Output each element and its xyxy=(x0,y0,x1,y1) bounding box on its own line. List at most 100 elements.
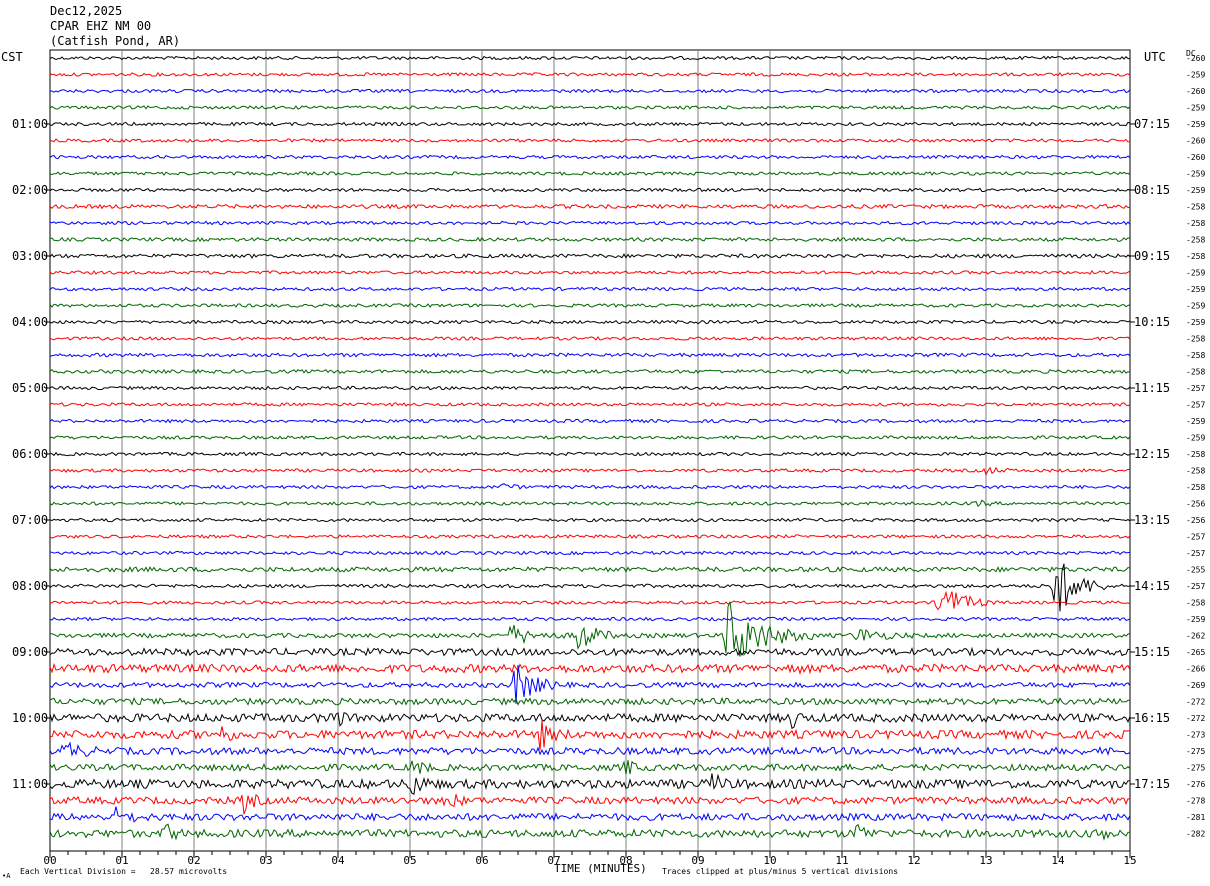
plot-frame xyxy=(49,49,1131,852)
dc-offset-value: -265 xyxy=(1186,648,1205,657)
dc-offset-value: -259 xyxy=(1186,434,1205,443)
right-time-label: 15:15 xyxy=(1134,645,1170,659)
x-tick-label: 03 xyxy=(259,854,272,867)
seismic-trace-line xyxy=(49,601,1131,657)
dc-offset-value: -257 xyxy=(1186,401,1205,410)
x-axis-label: TIME (MINUTES) xyxy=(554,862,647,875)
seismic-trace-line xyxy=(49,253,1131,259)
dc-offset-value: -272 xyxy=(1186,714,1205,723)
seismic-trace-line xyxy=(49,712,1131,730)
seismic-trace-line xyxy=(49,352,1131,358)
x-tick-label: 10 xyxy=(763,854,776,867)
dc-offset-value: -258 xyxy=(1186,351,1205,360)
seismic-trace-line xyxy=(49,435,1131,440)
right-time-label: 12:15 xyxy=(1134,447,1170,461)
right-time-labels: 07:15 08:15 09:15 10:15 11:15 12:15 13:15 14:15… xyxy=(1130,117,1170,791)
dc-offset-value: -259 xyxy=(1186,615,1205,624)
seismic-trace-line xyxy=(49,550,1131,556)
dc-offset-value: -282 xyxy=(1186,830,1205,839)
dc-offset-value: -260 xyxy=(1186,87,1205,96)
dc-offset-value: -259 xyxy=(1186,186,1205,195)
x-tick-label: 06 xyxy=(475,854,488,867)
dc-offset-value: -258 xyxy=(1186,219,1205,228)
dc-offset-value: -257 xyxy=(1186,582,1205,591)
dc-offset-value: -259 xyxy=(1186,302,1205,311)
x-tick-label: 00 xyxy=(43,854,56,867)
seismic-trace-line xyxy=(49,418,1131,424)
seismic-trace-line xyxy=(49,319,1131,325)
right-time-label: 10:15 xyxy=(1134,315,1170,329)
x-tick-label: 11 xyxy=(835,854,848,867)
seismic-trace-line xyxy=(49,646,1131,657)
seismic-trace-line xyxy=(49,662,1131,676)
dc-offset-value: -278 xyxy=(1186,797,1205,806)
dc-offset-value: -256 xyxy=(1186,516,1205,525)
seismic-trace-line xyxy=(49,55,1131,61)
right-time-label: 09:15 xyxy=(1134,249,1170,263)
dc-offset-value: -258 xyxy=(1186,599,1205,608)
dc-offset-value: -258 xyxy=(1186,368,1205,377)
dc-offset-value: -259 xyxy=(1186,318,1205,327)
right-time-label: 13:15 xyxy=(1134,513,1170,527)
left-time-label: 02:00 xyxy=(12,183,48,197)
right-time-label: 11:15 xyxy=(1134,381,1170,395)
seismic-trace-line xyxy=(49,696,1131,706)
dc-offset-value: -262 xyxy=(1186,632,1205,641)
x-tick-label: 01 xyxy=(115,854,128,867)
dc-offset-values: -260 -259 -260 -259 -259 -260 -260 -259 -259 -258… xyxy=(1186,54,1205,839)
x-tick-label: 12 xyxy=(907,854,920,867)
seismic-trace-line xyxy=(49,203,1130,210)
seismic-trace-line xyxy=(49,616,1131,622)
seismic-traces xyxy=(49,55,1131,842)
dc-offset-value: -259 xyxy=(1186,285,1205,294)
right-time-label: 08:15 xyxy=(1134,183,1170,197)
seismic-trace-line xyxy=(49,664,1131,704)
clip-note: Traces clipped at plus/minus 5 vertical … xyxy=(662,867,899,876)
left-time-label: 04:00 xyxy=(12,315,48,329)
seismic-trace-line xyxy=(49,402,1131,407)
right-time-label: 16:15 xyxy=(1134,711,1170,725)
seismic-trace-line xyxy=(49,368,1131,375)
left-time-label: 03:00 xyxy=(12,249,48,263)
seismic-trace-line xyxy=(49,517,1131,523)
minute-gridlines xyxy=(121,50,1059,851)
left-time-label: 09:00 xyxy=(12,645,48,659)
dc-offset-value: -258 xyxy=(1186,467,1205,476)
x-tick-label: 04 xyxy=(331,854,345,867)
dc-offset-value: -275 xyxy=(1186,764,1205,773)
seismic-trace-line xyxy=(49,720,1130,751)
seismic-trace-line xyxy=(49,483,1131,490)
dc-offset-value: -273 xyxy=(1186,731,1205,740)
dc-offset-value: -281 xyxy=(1186,813,1205,822)
seismic-trace-line xyxy=(49,566,1131,573)
right-time-label: 17:15 xyxy=(1134,777,1170,791)
dc-offset-value: -258 xyxy=(1186,483,1205,492)
seismic-trace-line xyxy=(49,71,1131,77)
seismic-trace-line xyxy=(49,121,1131,127)
left-time-labels: 01:00 02:00 03:00 04:00 05:00 06:00 07:00 08:00… xyxy=(12,117,50,791)
dc-offset-value: -257 xyxy=(1186,549,1205,558)
x-tick-label: 02 xyxy=(187,854,200,867)
seismic-trace-line xyxy=(49,741,1131,757)
seismic-trace-line xyxy=(49,88,1131,94)
dc-offset-value: -258 xyxy=(1186,203,1205,212)
seismic-trace-line xyxy=(49,154,1131,160)
dc-offset-value: -257 xyxy=(1186,384,1205,393)
dc-offset-value: -259 xyxy=(1186,71,1205,80)
left-time-label: 07:00 xyxy=(12,513,48,527)
dc-offset-value: -259 xyxy=(1186,120,1205,129)
x-tick-label: 15 xyxy=(1123,854,1136,867)
corner-mark: •A xyxy=(2,872,11,880)
dc-offset-value: -260 xyxy=(1186,137,1205,146)
seismic-trace-line xyxy=(49,793,1131,815)
helicorder-plot: 00 01 02 03 04 05 06 07 08 09 10 11 12 13 14 15 01:0002… xyxy=(12,49,1205,867)
left-time-label: 11:00 xyxy=(12,777,48,791)
seismic-trace-line xyxy=(49,773,1131,795)
left-time-label: 06:00 xyxy=(12,447,48,461)
dc-offset-value: -275 xyxy=(1186,747,1205,756)
seismic-trace-line xyxy=(49,823,1131,842)
dc-offset-value: -269 xyxy=(1186,681,1205,690)
x-tick-label: 14 xyxy=(1051,854,1065,867)
dc-offset-value: -259 xyxy=(1186,104,1205,113)
right-time-label: 14:15 xyxy=(1134,579,1170,593)
